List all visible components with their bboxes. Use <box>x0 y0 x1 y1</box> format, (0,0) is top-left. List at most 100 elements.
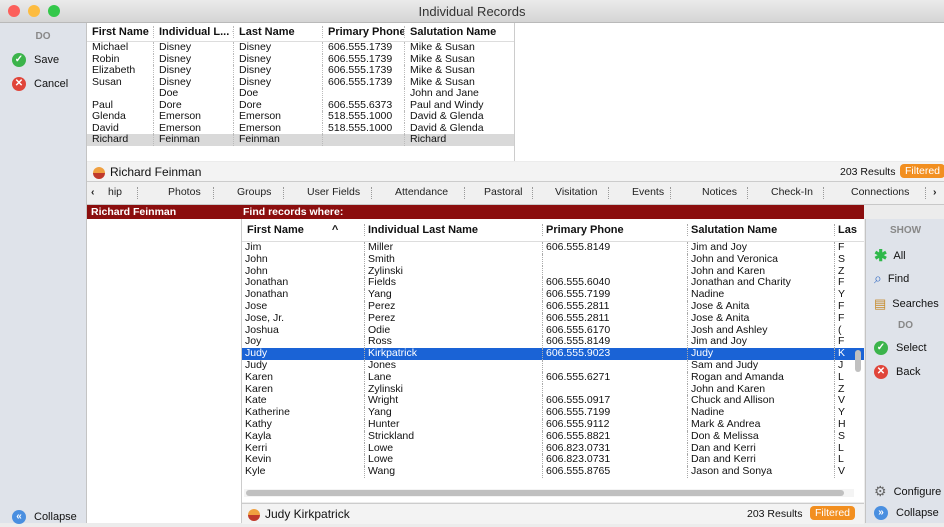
cell-phone <box>542 253 687 266</box>
tab-check-in[interactable]: Check-In <box>771 186 813 198</box>
chevrons-right-icon: » <box>874 506 888 520</box>
top-table-body: Michael Disney Disney 606.555.1739 Mike & Su… <box>87 42 514 146</box>
col-primary-phone[interactable]: Primary Phone <box>322 26 404 38</box>
tab-scroll-right-button[interactable]: › <box>933 186 937 198</box>
tab-relationship[interactable]: hip <box>108 186 122 198</box>
horizontal-scroll-thumb[interactable] <box>246 490 844 496</box>
right-collapse-button[interactable]: » Collapse <box>874 506 939 520</box>
cell-last: H <box>834 418 860 431</box>
table-row[interactable]: Joshua Odie 606.555.6170 Josh and Ashley( <box>242 324 864 337</box>
cell-last: Z <box>834 265 860 278</box>
configure-button[interactable]: ⚙ Configure <box>874 483 941 500</box>
cell-phone: 606.555.8765 <box>542 466 687 478</box>
tab-attendance[interactable]: Attendance <box>395 186 448 198</box>
horizontal-scrollbar[interactable] <box>244 489 854 497</box>
table-row[interactable]: Glenda Emerson Emerson 518.555.1000 David & … <box>87 111 514 123</box>
cell-last-name: Disney <box>233 76 322 88</box>
find-button[interactable]: ⌕ Find <box>874 270 909 287</box>
results-count-bottom: 203 Results <box>747 508 803 520</box>
cell-first-name: Judy <box>245 348 268 360</box>
tab-events[interactable]: Events <box>632 186 664 198</box>
cell-individual-last: Emerson <box>153 122 233 134</box>
table-row[interactable]: Judy Jones Sam and Judy J <box>242 359 864 372</box>
fcol-primary-phone[interactable]: Primary Phone <box>542 224 687 236</box>
save-button[interactable]: ✓ Save <box>12 50 86 70</box>
table-row[interactable]: Kevin Lowe 606.823.0731 Dan and Kerri L <box>242 454 864 467</box>
cell-phone: 606.555.9023 <box>542 348 687 360</box>
searches-button[interactable]: ▤ Searches <box>874 296 939 312</box>
cell-last: F <box>834 336 860 349</box>
vertical-scroll-thumb[interactable] <box>855 350 861 372</box>
table-row[interactable]: Jim Miller 606.555.8149 Jim and Joy F <box>242 242 864 254</box>
show-all-button[interactable]: ✱ All <box>874 246 906 266</box>
table-row[interactable]: Elizabeth Disney Disney 606.555.1739 Mike & … <box>87 65 514 77</box>
tab-photos[interactable]: Photos <box>168 186 201 198</box>
table-row[interactable]: Katherine Yang 606.555.7199 Nadine Y <box>242 407 864 419</box>
cell-last-name: Lowe <box>364 454 542 467</box>
tab-pastoral[interactable]: Pastoral <box>484 186 523 198</box>
find-results-table[interactable]: First Name ^ Individual Last Name Primary… <box>242 219 864 502</box>
col-individual-last[interactable]: Individual L... ^ <box>153 26 233 38</box>
table-row[interactable]: Richard Feinman Feinman Richard <box>87 134 514 146</box>
fcol-salutation[interactable]: Salutation Name <box>687 224 834 236</box>
cell-first-name: Joshua <box>245 324 279 336</box>
cell-phone: 606.555.1739 <box>322 76 404 88</box>
table-row[interactable]: Kerri Lowe 606.823.0731 Dan and Kerri L <box>242 442 864 455</box>
table-row[interactable]: Judy Kirkpatrick 606.555.9023 Judy K <box>242 348 864 360</box>
cancel-button[interactable]: ✕ Cancel <box>12 74 86 94</box>
table-row[interactable]: John Zylinski John and Karen Z <box>242 265 864 278</box>
fcol-last-name[interactable]: Individual Last Name <box>364 224 542 236</box>
fcol-first-name[interactable]: First Name ^ <box>242 224 364 236</box>
left-collapse-button[interactable]: « Collapse <box>12 507 77 527</box>
cell-phone <box>542 359 687 372</box>
collapse-label-right: Collapse <box>896 507 939 519</box>
fcol-last[interactable]: Las <box>834 224 860 236</box>
table-row[interactable]: Jonathan Fields 606.555.6040 Jonathan and C… <box>242 277 864 290</box>
table-row[interactable]: Karen Lane 606.555.6271 Rogan and Amanda L <box>242 371 864 384</box>
table-row[interactable]: Doe Doe John and Jane <box>87 88 514 100</box>
top-records-table[interactable]: First Name Individual L... ^ Last Name P… <box>87 23 515 161</box>
table-row[interactable]: Karen Zylinski John and Karen Z <box>242 383 864 396</box>
table-row[interactable]: Robin Disney Disney 606.555.1739 Mike & Susa… <box>87 53 514 65</box>
tab-separator <box>747 187 749 199</box>
tab-groups[interactable]: Groups <box>237 186 271 198</box>
table-row[interactable]: Susan Disney Disney 606.555.1739 Mike & Susa… <box>87 76 514 88</box>
cell-phone: 606.555.8821 <box>542 430 687 443</box>
selected-record-name: Richard Feinman <box>91 206 177 218</box>
table-row[interactable]: Kate Wright 606.555.0917 Chuck and Allison V <box>242 395 864 408</box>
table-row[interactable]: Paul Dore Dore 606.555.6373 Paul and Windy <box>87 99 514 111</box>
table-row[interactable]: Kathy Hunter 606.555.9112 Mark & Andrea H <box>242 418 864 431</box>
tab-connections[interactable]: Connections <box>851 186 909 198</box>
table-row[interactable]: John Smith John and Veronica S <box>242 253 864 266</box>
table-row[interactable]: Michael Disney Disney 606.555.1739 Mike & Su… <box>87 42 514 54</box>
back-button[interactable]: ✕ Back <box>874 365 920 379</box>
tab-user-fields[interactable]: User Fields <box>307 186 360 198</box>
col-last-name[interactable]: Last Name <box>233 26 322 38</box>
cell-salutation: David & Glenda <box>404 111 512 123</box>
magnifier-icon: ⌕ <box>874 270 882 286</box>
table-row[interactable]: Kyle Wang 606.555.8765 Jason and Sonya V <box>242 466 864 478</box>
selected-person-label: Judy Kirkpatrick <box>265 507 350 521</box>
select-button[interactable]: ✓ Select <box>874 341 927 355</box>
cell-salutation: Jason and Sonya <box>687 466 834 478</box>
cell-last-name: Odie <box>364 324 542 337</box>
col-first-name[interactable]: First Name <box>87 26 153 38</box>
table-row[interactable]: Jose Perez 606.555.2811 Jose & Anita F <box>242 300 864 313</box>
cell-salutation: Jose & Anita <box>687 300 834 313</box>
col-salutation[interactable]: Salutation Name <box>404 26 512 38</box>
table-row[interactable]: Kayla Strickland 606.555.8821 Don & Melissa… <box>242 430 864 443</box>
filtered-badge[interactable]: Filtered <box>900 164 944 178</box>
tab-scroll-left-button[interactable]: ‹ <box>91 186 95 198</box>
table-row[interactable]: Jonathan Yang 606.555.7199 Nadine Y <box>242 289 864 301</box>
filtered-badge-bottom[interactable]: Filtered <box>810 506 856 520</box>
tab-visitation[interactable]: Visitation <box>555 186 597 198</box>
table-row[interactable]: Joy Ross 606.555.8149 Jim and Joy F <box>242 336 864 349</box>
cell-last: F <box>834 312 860 325</box>
tab-notices[interactable]: Notices <box>702 186 737 198</box>
asterisk-icon: ✱ <box>874 248 888 265</box>
table-row[interactable]: David Emerson Emerson 518.555.1000 David & G… <box>87 122 514 134</box>
table-row[interactable]: Jose, Jr. Perez 606.555.2811 Jose & Anita F <box>242 312 864 325</box>
cell-first-name: Judy <box>245 359 268 371</box>
left-sidebar: DO ✓ Save ✕ Cancel « Collapse <box>0 23 87 524</box>
criteria-panel[interactable] <box>87 219 242 523</box>
